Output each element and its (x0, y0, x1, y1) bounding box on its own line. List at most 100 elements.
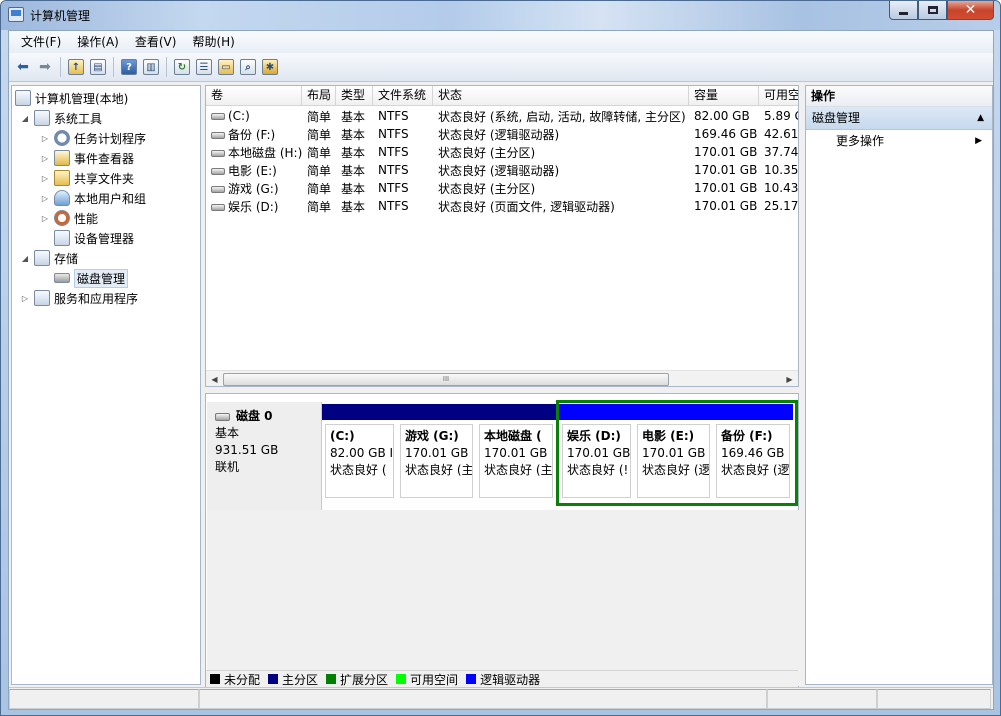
magnifier-icon: ⌕ (240, 59, 256, 75)
partition-name: 备份 (F:) (721, 429, 773, 443)
tree-item-local-users[interactable]: ▷ 本地用户和组 (40, 188, 146, 208)
cell-text: NTFS (378, 145, 409, 159)
scroll-right-icon[interactable]: ▶ (781, 371, 798, 386)
expand-arrow-icon[interactable]: ▷ (40, 214, 50, 223)
tree-item-disk-management[interactable]: 磁盘管理 (54, 268, 129, 288)
partition-type-bar (397, 404, 476, 420)
expand-arrow-icon[interactable]: ▷ (40, 174, 50, 183)
back-button[interactable]: ⬅ (13, 57, 33, 77)
table-row[interactable]: 娱乐 (D:) 简单 基本 NTFS 状态良好 (页面文件, 逻辑驱动器) 170.01 … (206, 197, 799, 215)
expand-arrow-icon[interactable]: ▷ (20, 294, 30, 303)
partition-block[interactable]: 备份 (F:) 169.46 GB 状态良好 (逻 (713, 404, 793, 502)
menu-file[interactable]: 文件(F) (13, 31, 69, 53)
search-button[interactable]: ⌕ (238, 57, 258, 77)
partition-block[interactable]: (C:) 82.00 GB I 状态良好 ( (322, 404, 397, 502)
menu-view[interactable]: 查看(V) (127, 31, 185, 53)
table-cell: 5.89 G (759, 109, 798, 123)
drive-icon (211, 203, 225, 211)
maximize-button[interactable] (918, 1, 947, 20)
storage-icon (34, 250, 50, 266)
partition-block[interactable]: 电影 (E:) 170.01 GB 状态良好 (逻 (634, 404, 713, 502)
table-row[interactable]: 本地磁盘 (H:) 简单 基本 NTFS 状态良好 (主分区) 170.01 GB 37.7… (206, 143, 798, 161)
tree-item-performance[interactable]: ▷ 性能 (40, 208, 98, 228)
tree-item-shared-folders[interactable]: ▷ 共享文件夹 (40, 168, 134, 188)
tree-item-task-scheduler[interactable]: ▷ 任务计划程序 (40, 128, 146, 148)
table-cell: 基本 (336, 162, 373, 179)
cell-text: 25.17 (764, 199, 799, 213)
settings-button[interactable]: ✱ (260, 57, 280, 77)
minimize-button[interactable] (889, 1, 918, 20)
show-hide-tree-button[interactable]: ▤ (88, 57, 108, 77)
scroll-thumb[interactable]: III (223, 373, 669, 386)
partition-details: 游戏 (G:) 170.01 GB 状态良好 (主 (400, 424, 473, 498)
collapse-arrow-icon[interactable]: ◢ (20, 254, 30, 263)
partition-block[interactable]: 游戏 (G:) 170.01 GB 状态良好 (主 (397, 404, 476, 502)
cell-text: 基本 (341, 163, 366, 178)
legend-item: 逻辑驱动器 (466, 671, 540, 688)
expand-arrow-icon[interactable]: ▷ (40, 154, 50, 163)
open-button[interactable]: ▭ (216, 57, 236, 77)
cell-text: 基本 (341, 145, 366, 160)
tree-item-services-apps[interactable]: ▷ 服务和应用程序 (20, 288, 138, 308)
column-header-free-space[interactable]: 可用空 (759, 86, 798, 106)
services-icon (34, 290, 50, 306)
column-header-capacity[interactable]: 容量 (689, 86, 759, 106)
tree-item-storage[interactable]: ◢ 存储 (20, 248, 78, 268)
tools-icon (34, 110, 50, 126)
column-header-layout[interactable]: 布局 (302, 86, 336, 106)
scroll-left-icon[interactable]: ◀ (206, 371, 223, 386)
more-actions-item[interactable]: 更多操作 ▶ (806, 130, 992, 152)
table-cell: NTFS (373, 163, 433, 177)
partition-type-bar (476, 404, 556, 420)
cell-text: 基本 (341, 109, 366, 124)
tree-item-event-viewer[interactable]: ▷ 事件查看器 (40, 148, 134, 168)
table-cell: 简单 (302, 144, 336, 161)
clock-icon (54, 130, 70, 146)
expand-arrow-icon[interactable]: ▷ (40, 194, 50, 203)
forward-button[interactable]: ➡ (35, 57, 55, 77)
menu-action[interactable]: 操作(A) (69, 31, 127, 53)
tree-item-device-manager[interactable]: 设备管理器 (54, 228, 134, 248)
disk-name: 磁盘 0 (236, 409, 273, 423)
status-segment (199, 689, 767, 709)
table-row[interactable]: (C:) 简单 基本 NTFS 状态良好 (系统, 启动, 活动, 故障转储, 主分区)… (206, 107, 798, 125)
cell-text: 170.01 GB (694, 199, 758, 213)
actions-section-disk-management[interactable]: 磁盘管理 ▲ (806, 107, 992, 130)
partition-status: 状态良好 (主 (484, 463, 553, 477)
column-header-type[interactable]: 类型 (336, 86, 373, 106)
partition-block[interactable]: 本地磁盘 (170.01 GB 状态良好 (主 (476, 404, 556, 502)
properties-icon: ☰ (196, 59, 212, 75)
cell-text: 备份 (F:) (228, 127, 276, 142)
window-controls: ✕ (889, 1, 994, 21)
volume-list: 卷 布局 类型 文件系统 状态 容量 可用空 (C:) 简单 基本 NTFS 状态良好 … (205, 85, 799, 387)
properties-button[interactable]: ☰ (194, 57, 214, 77)
refresh-button[interactable]: ↻ (172, 57, 192, 77)
tree-item-system-tools[interactable]: ◢ 系统工具 (20, 108, 102, 128)
horizontal-scrollbar[interactable]: ◀ III ▶ (206, 370, 798, 386)
menu-help[interactable]: 帮助(H) (184, 31, 242, 53)
partition-block[interactable]: 娱乐 (D:) 170.01 GB 状态良好 (! (559, 404, 634, 502)
column-header-volume[interactable]: 卷 (206, 86, 302, 106)
disk-0-info[interactable]: 磁盘 0 基本 931.51 GB 联机 (207, 402, 322, 510)
table-row[interactable]: 备份 (F:) 简单 基本 NTFS 状态良好 (逻辑驱动器) 169.46 GB 42.6… (206, 125, 798, 143)
help-icon: ? (121, 59, 137, 75)
tree-label-storage: 存储 (54, 251, 79, 266)
column-header-filesystem[interactable]: 文件系统 (373, 86, 433, 106)
close-button[interactable]: ✕ (947, 1, 994, 20)
table-cell: 170.01 GB (689, 181, 759, 195)
tree-item-root[interactable]: 计算机管理(本地) (15, 88, 128, 108)
table-row[interactable]: 游戏 (G:) 简单 基本 NTFS 状态良好 (主分区) 170.01 GB 10.43 (206, 179, 798, 197)
table-row[interactable]: 电影 (E:) 简单 基本 NTFS 状态良好 (逻辑驱动器) 170.01 GB 10.3… (206, 161, 798, 179)
computer-management-icon (8, 7, 24, 22)
help-button[interactable]: ? (119, 57, 139, 77)
collapse-arrow-icon[interactable]: ◢ (20, 114, 30, 123)
up-level-button[interactable]: ↑ (66, 57, 86, 77)
legend-label: 未分配 (224, 672, 261, 687)
title-bar[interactable]: 计算机管理 ✕ (1, 1, 1000, 30)
table-cell: 82.00 GB (689, 109, 759, 123)
expand-arrow-icon[interactable]: ▷ (40, 134, 50, 143)
actions-pane: 操作 磁盘管理 ▲ 更多操作 ▶ (805, 85, 993, 685)
show-hide-action-pane-button[interactable]: ▥ (141, 57, 161, 77)
column-header-status[interactable]: 状态 (433, 86, 689, 106)
drive-icon (211, 149, 225, 157)
